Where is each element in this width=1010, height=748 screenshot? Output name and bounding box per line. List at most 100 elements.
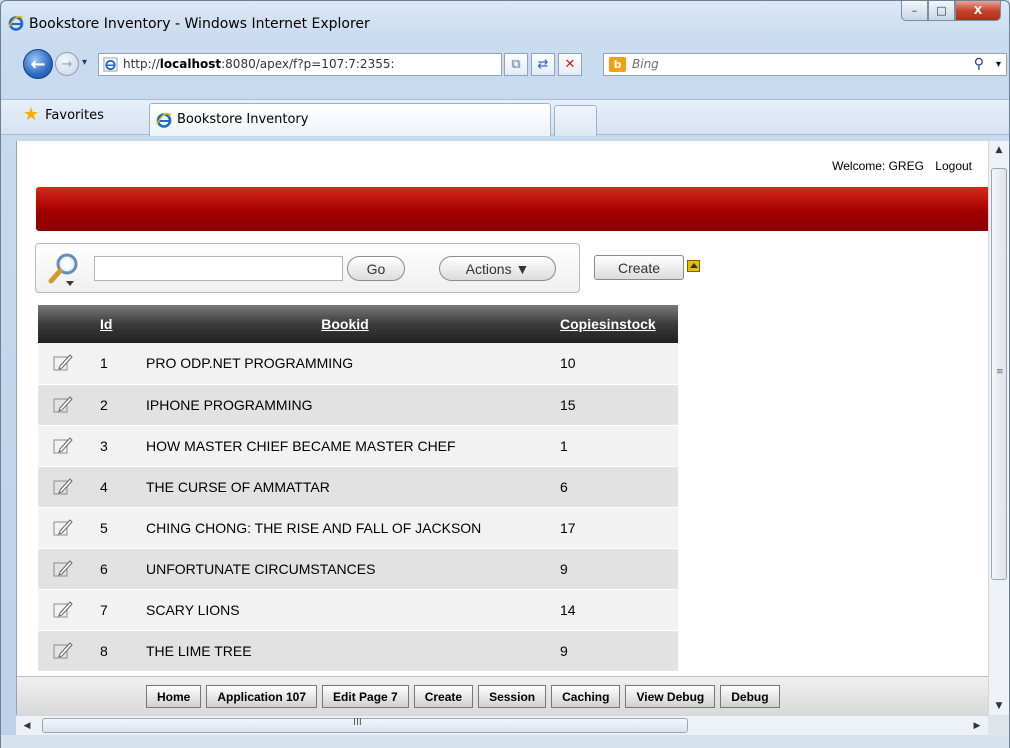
copies-cell: 10 xyxy=(552,343,678,385)
bookid-cell: PRO ODP.NET PROGRAMMING xyxy=(138,343,552,385)
dev-view-debug-button[interactable]: View Debug xyxy=(625,685,716,708)
scroll-right-icon[interactable]: ▶ xyxy=(968,716,986,736)
address-bar[interactable]: http://localhost:8080/apex/f?p=107:7:235… xyxy=(98,53,578,76)
bookid-cell: SCARY LIONS xyxy=(138,589,552,631)
edit-pencil-icon[interactable] xyxy=(52,395,74,415)
internet-explorer-icon xyxy=(156,112,172,128)
browser-window: Bookstore Inventory - Windows Internet E… xyxy=(0,0,1010,748)
table-row: 8 THE LIME TREE 9 xyxy=(38,630,678,672)
forward-button[interactable]: → xyxy=(55,52,79,76)
refresh-button[interactable]: ⇄ xyxy=(531,53,555,76)
report-search-input[interactable] xyxy=(94,256,343,281)
copies-cell: 17 xyxy=(552,507,678,549)
edit-cell[interactable] xyxy=(38,548,88,590)
history-dropdown-icon[interactable]: ▾ xyxy=(82,57,87,68)
copies-cell: 14 xyxy=(552,589,678,631)
edit-cell[interactable] xyxy=(38,384,88,426)
developer-toolbar: Home Application 107 Edit Page 7 Create … xyxy=(17,676,988,715)
column-header-id[interactable]: Id xyxy=(88,305,138,343)
create-button[interactable]: Create xyxy=(594,255,684,280)
search-icon[interactable]: ⚲ xyxy=(974,56,984,72)
id-cell: 7 xyxy=(88,589,138,631)
table-row: 3 HOW MASTER CHIEF BECAME MASTER CHEF 1 xyxy=(38,425,678,467)
dev-session-button[interactable]: Session xyxy=(478,685,547,708)
edit-cell[interactable] xyxy=(38,425,88,467)
table-row: 4 THE CURSE OF AMMATTAR 6 xyxy=(38,466,678,508)
search-box[interactable]: b Bing ⚲ ▾ xyxy=(603,53,1007,76)
table-row: 1 PRO ODP.NET PROGRAMMING 10 xyxy=(38,343,678,385)
maximize-button[interactable]: □ xyxy=(928,1,955,21)
dev-create-button[interactable]: Create xyxy=(413,685,474,708)
back-arrow-icon: ← xyxy=(30,53,46,75)
new-tab-button[interactable] xyxy=(554,105,597,136)
scroll-left-icon[interactable]: ◀ xyxy=(18,716,36,736)
edit-pencil-icon[interactable] xyxy=(52,436,74,456)
favorites-star-icon: ★ xyxy=(23,104,40,125)
column-header-bookid[interactable]: Bookid xyxy=(138,305,552,343)
scroll-down-icon[interactable]: ▼ xyxy=(989,697,1009,715)
id-cell: 8 xyxy=(88,630,138,672)
dev-home-button[interactable]: Home xyxy=(146,685,202,708)
close-icon: X xyxy=(973,4,983,17)
url-text[interactable]: http://localhost:8080/apex/f?p=107:7:235… xyxy=(123,57,395,71)
bookid-cell: IPHONE PROGRAMMING xyxy=(138,384,552,426)
copies-cell: 15 xyxy=(552,384,678,426)
status-bar xyxy=(1,735,1009,748)
id-cell: 2 xyxy=(88,384,138,426)
bookid-cell: UNFORTUNATE CIRCUMSTANCES xyxy=(138,548,552,590)
dev-caching-button[interactable]: Caching xyxy=(551,685,621,708)
column-header-edit xyxy=(38,305,88,343)
window-controls: – □ X xyxy=(901,1,1001,23)
bookid-cell: HOW MASTER CHIEF BECAME MASTER CHEF xyxy=(138,425,552,467)
copies-cell: 9 xyxy=(552,548,678,590)
edit-cell[interactable] xyxy=(38,507,88,549)
edit-pencil-icon[interactable] xyxy=(52,518,74,538)
favorites-bar: ★ Favorites Bookstore Inventory xyxy=(1,99,1009,136)
edit-cell[interactable] xyxy=(38,343,88,385)
id-cell: 3 xyxy=(88,425,138,467)
dev-debug-button[interactable]: Debug xyxy=(720,685,780,708)
actions-menu-button[interactable]: Actions ▼ xyxy=(439,256,556,281)
search-dropdown-icon[interactable]: ▾ xyxy=(996,59,1001,70)
navigation-bar: ← → ▾ http://localhost:8080/apex/f?p=107… xyxy=(1,47,1009,81)
go-button[interactable]: Go xyxy=(347,256,405,281)
back-button[interactable]: ← xyxy=(23,49,53,79)
url-rest: :8080/apex/f?p=107:7:2355: xyxy=(221,57,395,71)
id-cell: 5 xyxy=(88,507,138,549)
minimize-button[interactable]: – xyxy=(901,1,928,21)
edit-pencil-icon[interactable] xyxy=(52,477,74,497)
favorites-button[interactable]: ★ Favorites xyxy=(23,104,104,125)
move-up-icon[interactable] xyxy=(687,260,700,272)
edit-cell[interactable] xyxy=(38,589,88,631)
vertical-scroll-thumb[interactable]: ≡ xyxy=(991,168,1007,580)
edit-pencil-icon[interactable] xyxy=(52,353,74,373)
tab-bookstore-inventory[interactable]: Bookstore Inventory xyxy=(149,103,551,136)
edit-cell[interactable] xyxy=(38,630,88,672)
welcome-text: Welcome: GREG xyxy=(832,159,924,173)
report-search-bar: Go Actions ▼ xyxy=(35,243,580,293)
edit-pencil-icon[interactable] xyxy=(52,600,74,620)
bing-icon: b xyxy=(609,57,626,72)
compatibility-view-button[interactable]: ⧉ xyxy=(504,53,528,76)
logout-link[interactable]: Logout xyxy=(935,159,972,173)
copies-cell: 6 xyxy=(552,466,678,508)
minimize-icon: – xyxy=(911,4,918,17)
horizontal-scrollbar[interactable]: ◀ III ▶ xyxy=(16,715,988,735)
stop-button[interactable]: ✕ xyxy=(558,53,582,76)
column-header-copiesinstock[interactable]: Copiesinstock xyxy=(552,305,678,343)
scroll-up-icon[interactable]: ▲ xyxy=(989,141,1009,159)
dev-edit-page-button[interactable]: Edit Page 7 xyxy=(322,685,409,708)
close-button[interactable]: X xyxy=(955,1,1001,21)
magnifier-icon[interactable] xyxy=(46,250,82,288)
edit-pencil-icon[interactable] xyxy=(52,559,74,579)
vertical-scrollbar[interactable]: ▲ ≡ ▼ xyxy=(988,141,1009,715)
edit-pencil-icon[interactable] xyxy=(52,641,74,661)
bookid-cell: THE LIME TREE xyxy=(138,630,552,672)
horizontal-scroll-thumb[interactable]: III xyxy=(42,717,688,733)
dev-application-button[interactable]: Application 107 xyxy=(206,685,318,708)
url-host: localhost xyxy=(159,57,222,71)
page-icon xyxy=(103,57,118,72)
refresh-icon: ⇄ xyxy=(537,57,549,72)
edit-cell[interactable] xyxy=(38,466,88,508)
title-bar: Bookstore Inventory - Windows Internet E… xyxy=(1,1,1009,41)
